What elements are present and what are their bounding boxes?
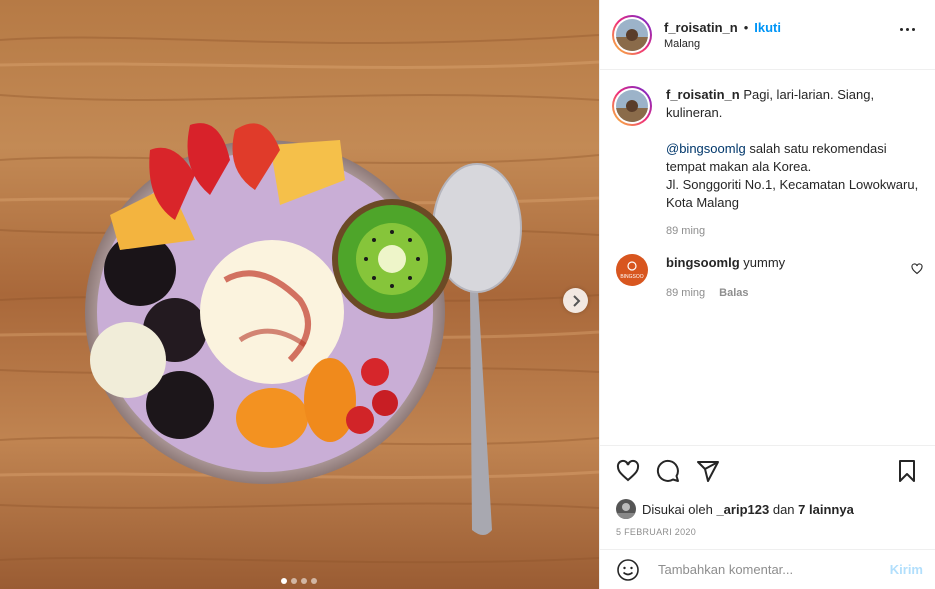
more-dot — [912, 28, 915, 31]
carousel-dot — [301, 578, 307, 584]
likes-others[interactable]: 7 lainnya — [798, 502, 854, 517]
comment-text: yummy — [743, 255, 786, 270]
comment-like-icon[interactable] — [911, 262, 923, 302]
comment-body: bingsoomlg yummy 89 ming Balas — [666, 254, 905, 302]
emoji-icon[interactable] — [616, 558, 640, 582]
avatar-image — [616, 18, 648, 51]
comments-section: f_roisatin_n Pagi, lari-larian. Siang, k… — [600, 70, 935, 445]
post-date[interactable]: 5 FEBRUARI 2020 — [600, 523, 935, 549]
caption-avatar[interactable] — [612, 86, 652, 126]
caption-username[interactable]: f_roisatin_n — [666, 87, 740, 102]
caption-second-line: @bingsoomlg salah satu rekomendasi tempa… — [666, 140, 923, 176]
caption-body: f_roisatin_n Pagi, lari-larian. Siang, k… — [666, 86, 923, 240]
like-icon[interactable] — [616, 459, 640, 483]
commenter-avatar-text: BINGSOO — [620, 274, 643, 280]
likes-prefix: Disukai oleh — [642, 501, 713, 517]
likes-summary: Disukai oleh _arip123 dan 7 lainnya — [600, 495, 935, 523]
header-top-row: f_roisatin_n • Ikuti — [664, 20, 781, 35]
reply-button[interactable]: Balas — [719, 284, 748, 302]
carousel-dot — [311, 578, 317, 584]
liker-username[interactable]: _arip123 — [716, 502, 769, 517]
comment-line: bingsoomlg yummy — [666, 254, 905, 272]
bookmark-icon[interactable] — [895, 459, 919, 483]
dessert-photo — [0, 0, 599, 589]
location-link[interactable]: Malang — [664, 38, 781, 50]
commenter-avatar[interactable]: BINGSOO — [612, 254, 652, 302]
caption-address: Jl. Songgoriti No.1, Kecamatan Lowokwaru… — [666, 177, 919, 210]
username-link[interactable]: f_roisatin_n — [664, 20, 738, 35]
follow-button[interactable]: Ikuti — [754, 20, 781, 35]
next-slide-button[interactable] — [563, 288, 588, 313]
comment-icon[interactable] — [656, 459, 680, 483]
comment-username[interactable]: bingsoomlg — [666, 255, 740, 270]
post-header: f_roisatin_n • Ikuti Malang — [600, 0, 935, 70]
caption-time[interactable]: 89 ming — [666, 222, 705, 240]
comment-meta: 89 ming Balas — [666, 284, 905, 302]
caption-meta: 89 ming — [666, 222, 923, 240]
separator-bullet: • — [743, 19, 749, 35]
carousel-indicator — [281, 578, 317, 584]
comment-input[interactable] — [656, 561, 890, 578]
post-comment-button[interactable]: Kirim — [890, 562, 923, 577]
liker-avatar[interactable] — [616, 499, 636, 519]
avatar[interactable] — [612, 14, 652, 55]
avatar-image — [616, 90, 648, 122]
comment-time[interactable]: 89 ming — [666, 284, 705, 302]
carousel-dot — [291, 578, 297, 584]
comment-item: BINGSOO bingsoomlg yummy 89 ming Balas — [612, 254, 923, 302]
header-text: f_roisatin_n • Ikuti Malang — [664, 20, 781, 50]
post-sidebar: f_roisatin_n • Ikuti Malang f_roisatin_n… — [599, 0, 935, 589]
caption: f_roisatin_n Pagi, lari-larian. Siang, k… — [612, 86, 923, 240]
add-comment-bar: Kirim — [600, 549, 935, 589]
likes-conj: dan — [772, 501, 795, 517]
more-dot — [900, 28, 903, 31]
carousel-dot — [281, 578, 287, 584]
more-options-icon[interactable] — [900, 28, 915, 31]
post-media[interactable] — [0, 0, 599, 589]
caption-first-line: f_roisatin_n Pagi, lari-larian. Siang, k… — [666, 86, 923, 122]
share-icon[interactable] — [696, 459, 720, 483]
chevron-right-icon — [572, 294, 580, 307]
more-dot — [906, 28, 909, 31]
avatar-border — [614, 16, 650, 53]
avatar-border — [614, 88, 650, 124]
action-bar — [600, 445, 935, 495]
mention-link[interactable]: @bingsoomlg — [666, 141, 746, 156]
instagram-post: f_roisatin_n • Ikuti Malang f_roisatin_n… — [0, 0, 935, 589]
